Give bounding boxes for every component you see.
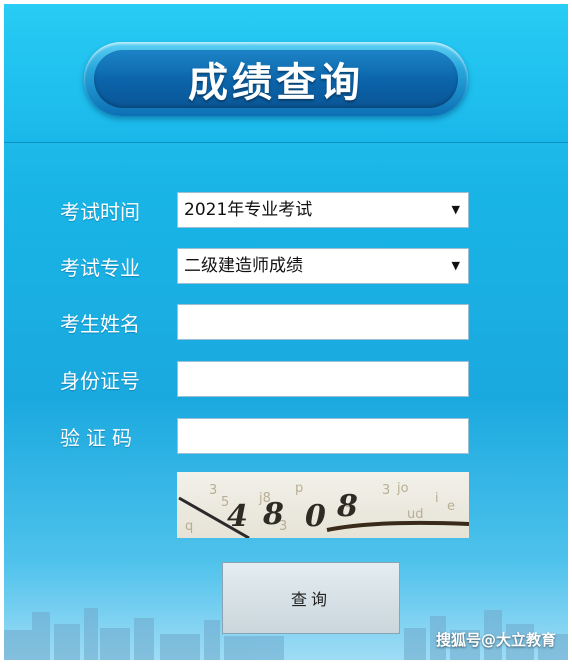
- captcha-noise: q: [185, 519, 193, 534]
- captcha-char: 8: [336, 489, 358, 524]
- name-input[interactable]: [177, 304, 469, 340]
- captcha-char: 4: [227, 499, 248, 534]
- captcha-noise: e: [447, 499, 455, 514]
- captcha-image-graphic: 3 5 j8 3 p 7 3 jo ud i e q 4 8 0 8: [178, 481, 469, 538]
- id-number-input[interactable]: [177, 361, 469, 397]
- dropdown-arrow-icon: ▼: [451, 259, 460, 272]
- captcha-noise: p: [295, 481, 303, 496]
- title-banner: 成绩查询: [84, 42, 468, 116]
- exam-major-select[interactable]: 二级建造师成绩 ▼: [177, 248, 469, 284]
- captcha-image[interactable]: 3 5 j8 3 p 7 3 jo ud i e q 4 8 0 8: [177, 472, 469, 538]
- captcha-noise: ud: [407, 507, 424, 522]
- id-number-label: 身份证号: [60, 369, 140, 393]
- captcha-input[interactable]: [177, 418, 469, 454]
- captcha-noise: 3: [209, 483, 217, 498]
- exam-time-value: 2021年专业考试: [184, 200, 313, 220]
- watermark-text: 搜狐号@大立教育: [435, 631, 556, 649]
- exam-time-label: 考试时间: [60, 200, 140, 224]
- exam-time-select[interactable]: 2021年专业考试 ▼: [177, 192, 469, 228]
- exam-major-value: 二级建造师成绩: [184, 256, 303, 276]
- captcha-char: 0: [305, 499, 326, 534]
- captcha-noise: i: [435, 491, 439, 506]
- header-band: 成绩查询: [4, 4, 568, 143]
- captcha-char: 8: [262, 497, 284, 532]
- page-title: 成绩查询: [188, 60, 364, 106]
- exam-major-label: 考试专业: [60, 256, 140, 280]
- captcha-label: 验证码: [60, 426, 138, 450]
- captcha-noise: jo: [396, 481, 409, 496]
- dropdown-arrow-icon: ▼: [451, 203, 460, 216]
- page-background: 成绩查询 考试时间 2021年专业考试 ▼ 考试专业 二级建造师成绩 ▼ 考生姓…: [4, 4, 568, 660]
- name-label: 考生姓名: [60, 312, 140, 336]
- captcha-noise: 3: [382, 483, 390, 498]
